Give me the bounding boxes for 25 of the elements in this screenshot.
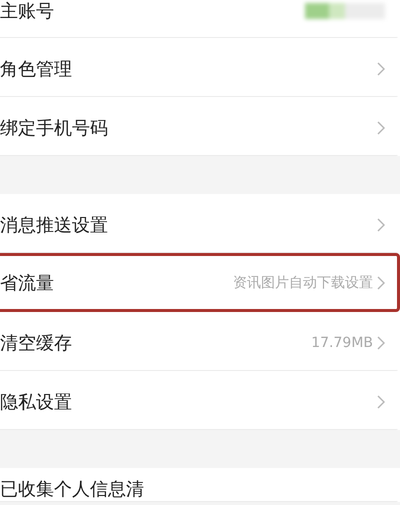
chevron-icon [377, 394, 385, 408]
row-label: 主账号 [0, 0, 54, 23]
row-label: 消息推送设置 [0, 214, 108, 236]
settings-row[interactable]: 清空缓存 17.79MB [0, 312, 400, 371]
settings-row[interactable]: 已收集个人信息清 [0, 468, 400, 502]
row-label: 省流量 [0, 272, 54, 294]
row-label: 清空缓存 [0, 332, 72, 354]
row-label: 角色管理 [0, 58, 72, 80]
settings-row[interactable]: 绑定手机号码 [0, 97, 400, 156]
chevron-icon [377, 62, 385, 76]
settings-row[interactable]: 角色管理 [0, 38, 400, 97]
row-label: 绑定手机号码 [0, 116, 108, 140]
chevron-icon [377, 336, 385, 350]
row-label: 已收集个人信息清 [0, 478, 144, 501]
row-label: 隐私设置 [0, 390, 72, 414]
highlighted-settings-row[interactable]: 省流量 资讯图片自动下载设置 [0, 253, 400, 312]
blurred-avatar-icon [305, 2, 385, 20]
settings-row[interactable]: 主账号 [0, 0, 400, 38]
settings-row[interactable]: 隐私设置 [0, 371, 400, 430]
chevron-icon [377, 218, 385, 232]
row-value: 17.79MB [311, 334, 373, 350]
chevron-icon [377, 276, 385, 290]
settings-row[interactable]: 消息推送设置 [0, 194, 400, 253]
chevron-icon [377, 120, 385, 134]
row-value: 资讯图片自动下载设置 [233, 274, 373, 292]
